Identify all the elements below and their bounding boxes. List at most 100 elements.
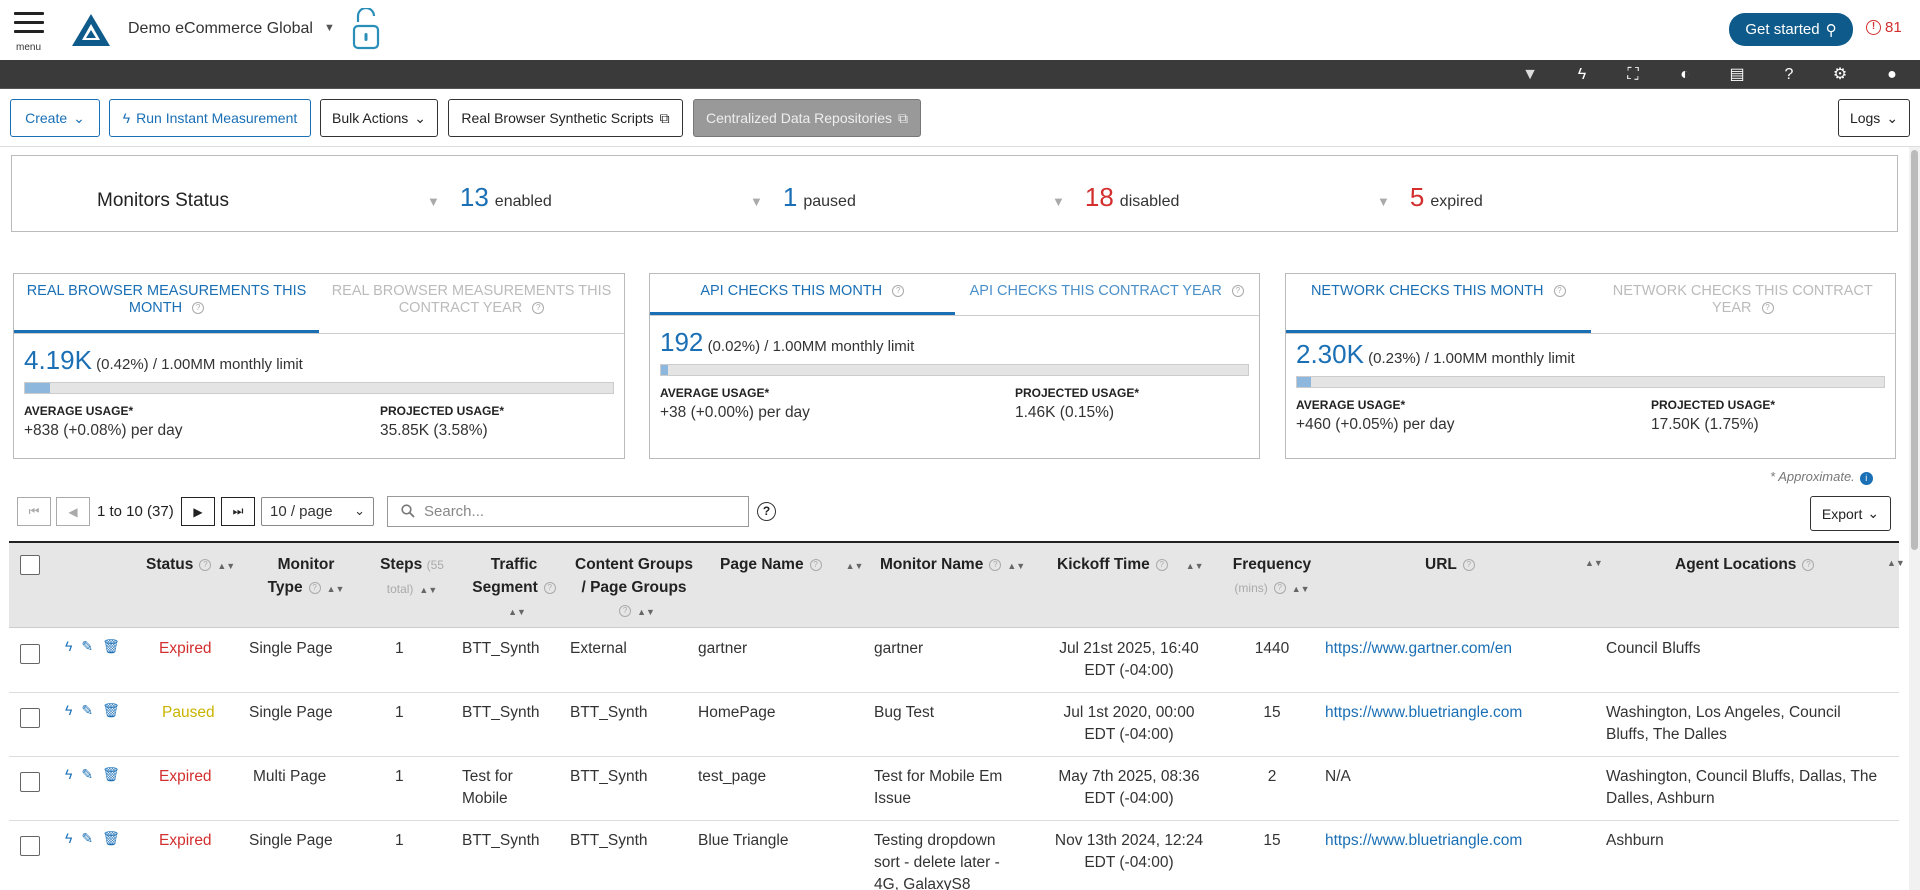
fullscreen-icon[interactable]: ⛶ bbox=[1623, 65, 1643, 85]
delete-icon[interactable]: 🗑 bbox=[102, 766, 120, 783]
org-selector-label[interactable]: Demo eCommerce Global bbox=[128, 20, 313, 38]
last-page-button[interactable]: ⏭ bbox=[221, 497, 255, 526]
sort-icon[interactable]: ▲▼ bbox=[508, 607, 526, 617]
run-instant-measurement-button[interactable]: ϟ Run Instant Measurement bbox=[109, 99, 311, 137]
column-page-name[interactable]: Page Name? ▲▼ bbox=[720, 553, 870, 578]
table-row[interactable]: ϟ ✎ 🗑 Expired Multi Page 1 Test for Mobile … bbox=[9, 757, 1899, 821]
column-steps[interactable]: Steps (55 total) ▲▼ bbox=[367, 553, 457, 602]
user-icon[interactable]: ● bbox=[1882, 65, 1902, 85]
lightning-icon[interactable]: ϟ bbox=[1572, 65, 1592, 85]
run-now-icon[interactable]: ϟ bbox=[65, 830, 72, 847]
tab-api-this-month[interactable]: API CHECKS THIS MONTH ? bbox=[650, 274, 955, 315]
real-browser-scripts-button[interactable]: Real Browser Synthetic Scripts ⧉ bbox=[448, 99, 683, 137]
info-icon[interactable]: ? bbox=[532, 302, 545, 314]
info-icon[interactable]: ? bbox=[1231, 285, 1244, 297]
column-monitor-name[interactable]: Monitor Name? ▲▼ bbox=[880, 553, 1040, 578]
info-icon[interactable]: ? bbox=[892, 285, 905, 297]
column-frequency[interactable]: Frequency (mins)? ▲▼ bbox=[1217, 553, 1327, 601]
stat-expired[interactable]: ▼ 5 expired bbox=[1377, 182, 1483, 213]
bulk-actions-button[interactable]: Bulk Actions ⌄ bbox=[320, 99, 438, 137]
export-button[interactable]: Export ⌄ bbox=[1810, 496, 1891, 531]
sort-icon[interactable]: ▲▼ bbox=[637, 607, 655, 617]
run-now-icon[interactable]: ϟ bbox=[65, 638, 72, 655]
tab-api-contract-year[interactable]: API CHECKS THIS CONTRACT YEAR ? bbox=[955, 274, 1260, 315]
info-icon[interactable]: ? bbox=[199, 559, 212, 571]
filter-icon[interactable]: ▼ bbox=[427, 194, 440, 209]
run-now-icon[interactable]: ϟ bbox=[65, 766, 72, 783]
create-button[interactable]: Create ⌄ bbox=[10, 99, 100, 137]
edit-icon[interactable]: ✎ bbox=[81, 702, 93, 719]
sort-icon[interactable]: ▲▼ bbox=[1292, 584, 1310, 594]
filter-icon[interactable]: ▼ bbox=[1052, 194, 1065, 209]
menu-button[interactable]: menu bbox=[14, 12, 44, 53]
info-icon[interactable]: ? bbox=[1553, 285, 1566, 297]
row-checkbox[interactable] bbox=[20, 772, 40, 792]
tab-rb-this-month[interactable]: REAL BROWSER MEASUREMENTS THIS MONTH ? bbox=[14, 274, 319, 333]
row-checkbox[interactable] bbox=[20, 644, 40, 664]
table-row[interactable]: ϟ ✎ 🗑 Expired Single Page 1 BTT_Synth Exte… bbox=[9, 629, 1899, 693]
delete-icon[interactable]: 🗑 bbox=[102, 830, 120, 847]
sort-icon[interactable]: ▲▼ bbox=[846, 561, 864, 571]
edit-icon[interactable]: ✎ bbox=[81, 766, 93, 783]
contrast-icon[interactable]: ◐ bbox=[1675, 65, 1695, 85]
stat-enabled[interactable]: ▼ 13 enabled bbox=[427, 182, 552, 213]
stat-paused[interactable]: ▼ 1 paused bbox=[750, 182, 856, 213]
page-scrollbar[interactable] bbox=[1909, 147, 1920, 890]
info-icon[interactable]: i bbox=[1859, 472, 1873, 485]
info-icon[interactable]: ? bbox=[619, 605, 632, 617]
alerts-indicator[interactable]: ! 81 bbox=[1866, 19, 1902, 36]
column-kickoff-time[interactable]: Kickoff Time? ▲▼ bbox=[1057, 553, 1212, 578]
delete-icon[interactable]: 🗑 bbox=[102, 702, 120, 719]
org-caret-icon[interactable]: ▼ bbox=[324, 22, 335, 34]
filter-icon[interactable]: ▼ bbox=[1520, 65, 1540, 85]
column-monitor-type[interactable]: Monitor Type? ▲▼ bbox=[241, 553, 371, 601]
logs-button[interactable]: Logs ⌄ bbox=[1838, 99, 1910, 137]
edit-icon[interactable]: ✎ bbox=[81, 830, 93, 847]
info-icon[interactable]: ? bbox=[192, 302, 205, 314]
column-traffic-segment[interactable]: Traffic Segment? ▲▼ bbox=[459, 553, 569, 624]
gear-icon[interactable]: ⚙ bbox=[1830, 65, 1850, 85]
search-input[interactable]: Search... bbox=[387, 496, 749, 527]
prev-page-button[interactable]: ◀ bbox=[56, 497, 90, 526]
info-icon[interactable]: ? bbox=[809, 559, 822, 571]
info-icon[interactable]: ? bbox=[1155, 559, 1168, 571]
url-link[interactable]: https://www.bluetriangle.com bbox=[1325, 830, 1522, 852]
edit-icon[interactable]: ✎ bbox=[81, 638, 93, 655]
url-link[interactable]: https://www.gartner.com/en bbox=[1325, 638, 1512, 660]
delete-icon[interactable]: 🗑 bbox=[102, 638, 120, 655]
info-icon[interactable]: ? bbox=[1462, 559, 1475, 571]
tab-rb-contract-year[interactable]: REAL BROWSER MEASUREMENTS THIS CONTRACT … bbox=[319, 274, 624, 333]
table-row[interactable]: ϟ ✎ 🗑 Expired Single Page 1 BTT_Synth BTT_… bbox=[9, 821, 1899, 890]
sort-icon[interactable]: ▲▼ bbox=[1007, 561, 1025, 571]
unlock-icon[interactable] bbox=[352, 6, 380, 55]
select-all-checkbox[interactable] bbox=[20, 555, 40, 575]
info-icon[interactable]: ? bbox=[543, 582, 556, 594]
help-icon[interactable]: ? bbox=[1779, 65, 1799, 85]
filter-icon[interactable]: ▼ bbox=[750, 194, 763, 209]
sort-icon[interactable]: ▲▼ bbox=[1585, 558, 1603, 568]
tab-network-this-month[interactable]: NETWORK CHECKS THIS MONTH ? bbox=[1286, 274, 1591, 333]
first-page-button[interactable]: ⏮ bbox=[17, 497, 51, 526]
column-content-groups[interactable]: Content Groups / Page Groups? ▲▼ bbox=[569, 553, 699, 624]
column-status[interactable]: Status? ▲▼ bbox=[146, 553, 235, 578]
sort-icon[interactable]: ▲▼ bbox=[419, 585, 437, 595]
table-row[interactable]: ϟ ✎ 🗑 Paused Single Page 1 BTT_Synth BTT_S… bbox=[9, 693, 1899, 757]
filter-icon[interactable]: ▼ bbox=[1377, 194, 1390, 209]
stat-disabled[interactable]: ▼ 18 disabled bbox=[1052, 182, 1179, 213]
sort-icon[interactable]: ▲▼ bbox=[217, 561, 235, 571]
url-link[interactable]: https://www.bluetriangle.com bbox=[1325, 702, 1522, 724]
info-icon[interactable]: ? bbox=[1761, 302, 1774, 314]
news-icon[interactable]: ▤ bbox=[1727, 65, 1747, 85]
search-help-icon[interactable]: ? bbox=[757, 502, 776, 521]
row-checkbox[interactable] bbox=[20, 836, 40, 856]
tab-network-contract-year[interactable]: NETWORK CHECKS THIS CONTRACT YEAR ? bbox=[1591, 274, 1896, 333]
next-page-button[interactable]: ▶ bbox=[181, 497, 215, 526]
scrollbar-thumb[interactable] bbox=[1911, 150, 1918, 550]
info-icon[interactable]: ? bbox=[1273, 582, 1286, 594]
column-agent-locations[interactable]: Agent Locations? bbox=[1675, 553, 1815, 576]
info-icon[interactable]: ? bbox=[1802, 559, 1815, 571]
sort-icon[interactable]: ▲▼ bbox=[1186, 561, 1204, 571]
sort-icon[interactable]: ▲▼ bbox=[327, 584, 345, 594]
info-icon[interactable]: ? bbox=[989, 559, 1002, 571]
sort-icon[interactable]: ▲▼ bbox=[1887, 558, 1905, 568]
